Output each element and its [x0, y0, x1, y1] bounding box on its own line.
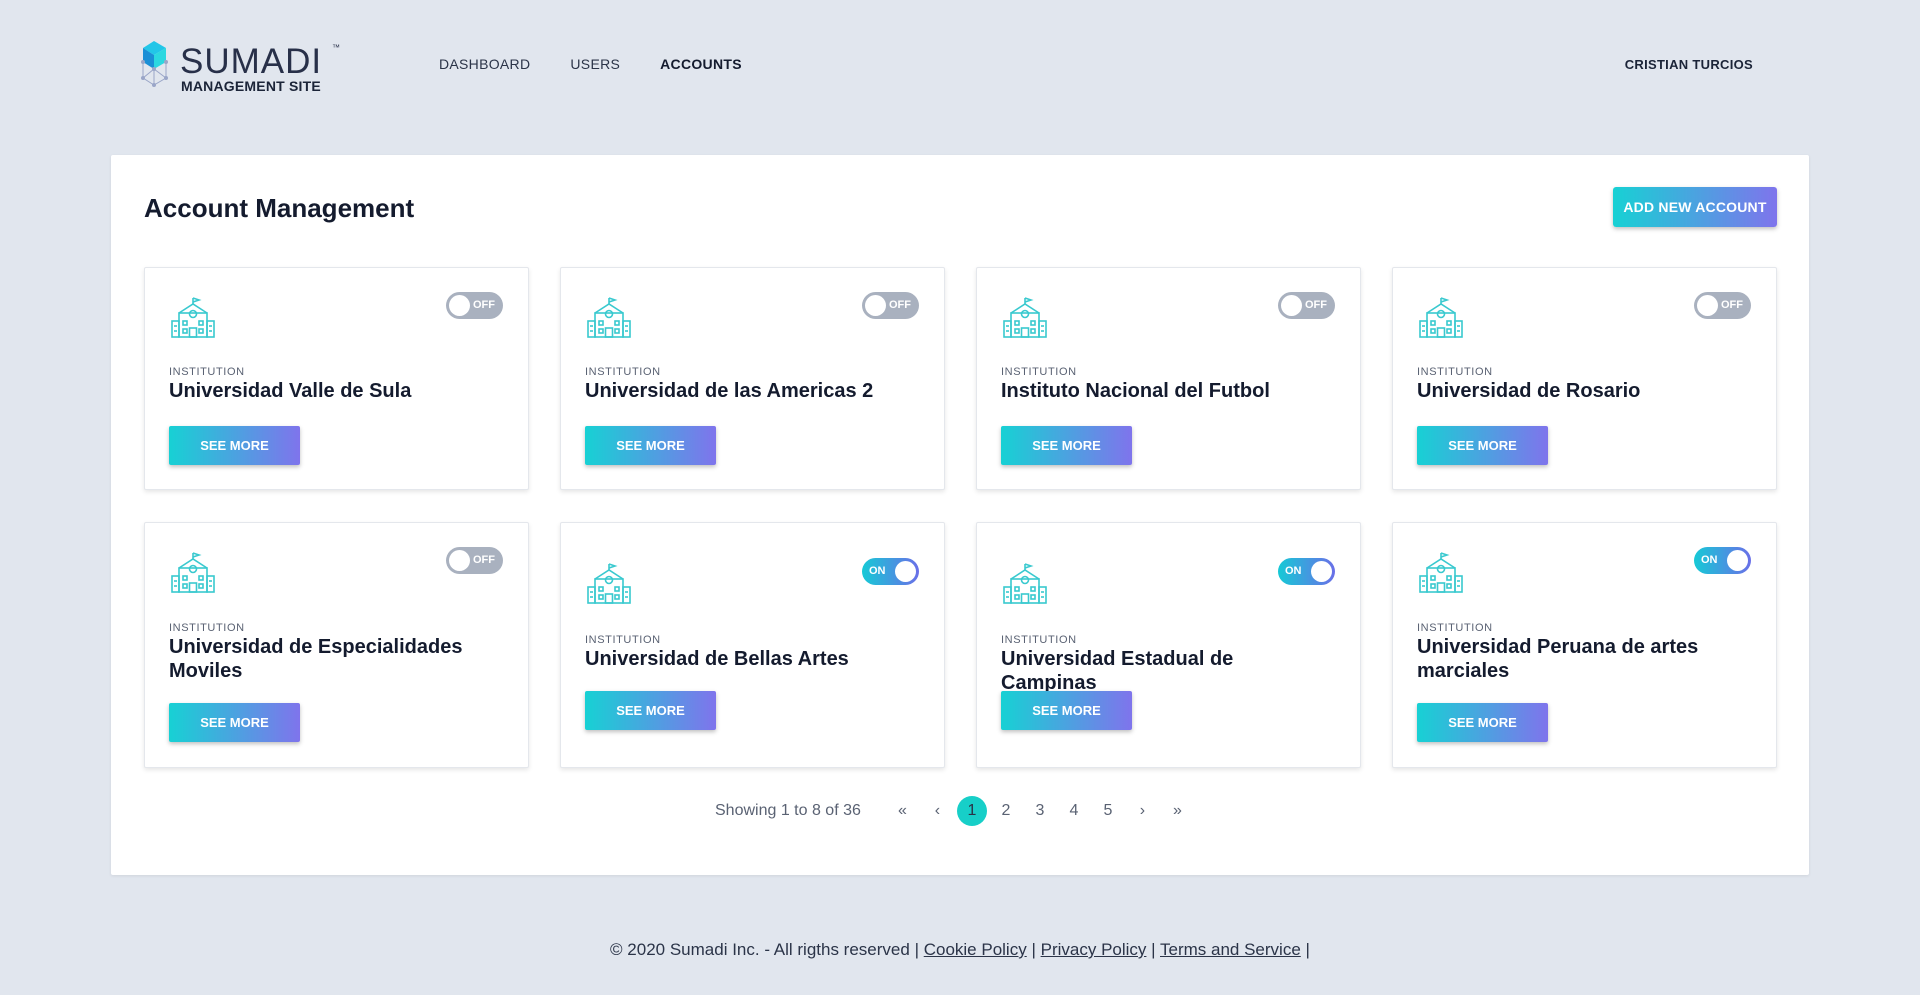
- brand-trademark: ™: [332, 43, 340, 52]
- next-page-button[interactable]: ›: [1125, 802, 1160, 820]
- add-new-account-button[interactable]: ADD NEW ACCOUNT: [1613, 187, 1777, 227]
- see-more-button[interactable]: SEE MORE: [1001, 426, 1132, 465]
- page-4-button[interactable]: 4: [1057, 802, 1091, 820]
- toggle-label: ON: [869, 565, 886, 577]
- toggle-knob: [1281, 295, 1302, 316]
- see-more-button[interactable]: SEE MORE: [585, 691, 716, 730]
- account-status-toggle[interactable]: OFF: [1694, 292, 1751, 319]
- institution-name: Instituto Nacional del Futbol: [1001, 380, 1270, 402]
- page-1-button[interactable]: 1: [956, 796, 987, 826]
- page-3-button[interactable]: 3: [1023, 802, 1057, 820]
- account-status-toggle[interactable]: ON: [1694, 547, 1751, 574]
- toggle-knob: [1697, 295, 1718, 316]
- institution-label: INSTITUTION: [585, 634, 661, 646]
- toggle-knob: [895, 561, 916, 582]
- page-title: Account Management: [144, 193, 415, 223]
- footer-copyright: © 2020 Sumadi Inc. - All rigths reserved: [610, 940, 910, 959]
- privacy-policy-link[interactable]: Privacy Policy: [1041, 940, 1147, 959]
- account-card: OFF INSTITUTION Instituto Nacional del F…: [976, 267, 1361, 490]
- see-more-button[interactable]: SEE MORE: [1417, 703, 1548, 742]
- toggle-label: ON: [1285, 565, 1302, 577]
- footer-separator: |: [914, 940, 919, 959]
- school-building-icon: [1419, 552, 1463, 594]
- see-more-button[interactable]: SEE MORE: [1417, 426, 1548, 465]
- first-page-button[interactable]: «: [885, 802, 920, 820]
- nav-dashboard[interactable]: DASHBOARD: [439, 56, 530, 72]
- toggle-label: OFF: [473, 299, 495, 311]
- toggle-label: OFF: [889, 299, 911, 311]
- school-building-icon: [1419, 297, 1463, 339]
- terms-of-service-link[interactable]: Terms and Service: [1160, 940, 1301, 959]
- footer-separator: |: [1031, 940, 1036, 959]
- toggle-label: OFF: [473, 554, 495, 566]
- institution-label: INSTITUTION: [585, 366, 661, 378]
- brand-name: SUMADI: [180, 42, 323, 81]
- account-card: OFF INSTITUTION Universidad Valle de Sul…: [144, 267, 529, 490]
- school-building-icon: [171, 552, 215, 594]
- school-building-icon: [1003, 297, 1047, 339]
- toggle-knob: [1311, 561, 1332, 582]
- footer: © 2020 Sumadi Inc. - All rigths reserved…: [0, 940, 1920, 960]
- top-header: SUMADI ™ MANAGEMENT SITE DASHBOARD USERS…: [0, 0, 1920, 130]
- institution-label: INSTITUTION: [1001, 634, 1077, 646]
- page-2-button[interactable]: 2: [989, 802, 1023, 820]
- institution-label: INSTITUTION: [169, 366, 245, 378]
- last-page-button[interactable]: »: [1160, 802, 1195, 820]
- main-nav: DASHBOARD USERS ACCOUNTS: [439, 56, 782, 72]
- see-more-button[interactable]: SEE MORE: [169, 703, 300, 742]
- footer-separator: |: [1305, 940, 1310, 959]
- account-card: ON INSTITUTION Universidad de Bellas Art…: [560, 522, 945, 768]
- account-status-toggle[interactable]: OFF: [1278, 292, 1335, 319]
- account-card: ON INSTITUTION Universidad Peruana de ar…: [1392, 522, 1777, 768]
- pagination-summary: Showing 1 to 8 of 36: [715, 802, 861, 819]
- cookie-policy-link[interactable]: Cookie Policy: [924, 940, 1027, 959]
- toggle-knob: [449, 550, 470, 571]
- prev-page-button[interactable]: ‹: [920, 802, 955, 820]
- account-status-toggle[interactable]: OFF: [862, 292, 919, 319]
- institution-name: Universidad Peruana de artes marciales: [1417, 636, 1699, 682]
- account-status-toggle[interactable]: OFF: [446, 292, 503, 319]
- hexagon-cube-logo-icon: [141, 41, 168, 87]
- account-management-panel: Account Management ADD NEW ACCOUNT OFF I…: [111, 155, 1809, 875]
- nav-users[interactable]: USERS: [570, 56, 620, 72]
- institution-label: INSTITUTION: [1417, 622, 1493, 634]
- see-more-button[interactable]: SEE MORE: [169, 426, 300, 465]
- institution-name: Universidad Valle de Sula: [169, 380, 412, 402]
- institution-name: Universidad Estadual de Campinas: [1001, 648, 1234, 694]
- institution-name: Universidad de Bellas Artes: [585, 648, 849, 670]
- brand-subtitle: MANAGEMENT SITE: [181, 78, 321, 94]
- account-card: OFF INSTITUTION Universidad de Especiali…: [144, 522, 529, 768]
- account-status-toggle[interactable]: ON: [862, 558, 919, 585]
- footer-separator: |: [1151, 940, 1156, 959]
- toggle-knob: [1727, 550, 1748, 571]
- institution-label: INSTITUTION: [1001, 366, 1077, 378]
- institution-name: Universidad de las Americas 2: [585, 380, 874, 402]
- account-card: OFF INSTITUTION Universidad de las Ameri…: [560, 267, 945, 490]
- toggle-knob: [449, 295, 470, 316]
- nav-accounts[interactable]: ACCOUNTS: [660, 56, 742, 72]
- institution-label: INSTITUTION: [169, 622, 245, 634]
- toggle-label: OFF: [1305, 299, 1327, 311]
- account-card: ON INSTITUTION Universidad Estadual de C…: [976, 522, 1361, 768]
- toggle-knob: [865, 295, 886, 316]
- page-5-button[interactable]: 5: [1091, 802, 1125, 820]
- see-more-button[interactable]: SEE MORE: [1001, 691, 1132, 730]
- toggle-label: OFF: [1721, 299, 1743, 311]
- school-building-icon: [171, 297, 215, 339]
- institution-label: INSTITUTION: [1417, 366, 1493, 378]
- institution-name: Universidad de Rosario: [1417, 380, 1641, 402]
- toggle-label: ON: [1701, 554, 1718, 566]
- account-status-toggle[interactable]: ON: [1278, 558, 1335, 585]
- see-more-button[interactable]: SEE MORE: [585, 426, 716, 465]
- pagination: Showing 1 to 8 of 36 « ‹ 1 2 3 4 5 › »: [715, 796, 1195, 826]
- brand-logo[interactable]: SUMADI ™ MANAGEMENT SITE: [140, 38, 350, 98]
- user-menu[interactable]: CRISTIAN TURCIOS: [1625, 57, 1753, 72]
- school-building-icon: [587, 297, 631, 339]
- account-status-toggle[interactable]: OFF: [446, 547, 503, 574]
- account-card: OFF INSTITUTION Universidad de Rosario S…: [1392, 267, 1777, 490]
- school-building-icon: [1003, 563, 1047, 605]
- school-building-icon: [587, 563, 631, 605]
- institution-name: Universidad de Especialidades Moviles: [169, 636, 463, 682]
